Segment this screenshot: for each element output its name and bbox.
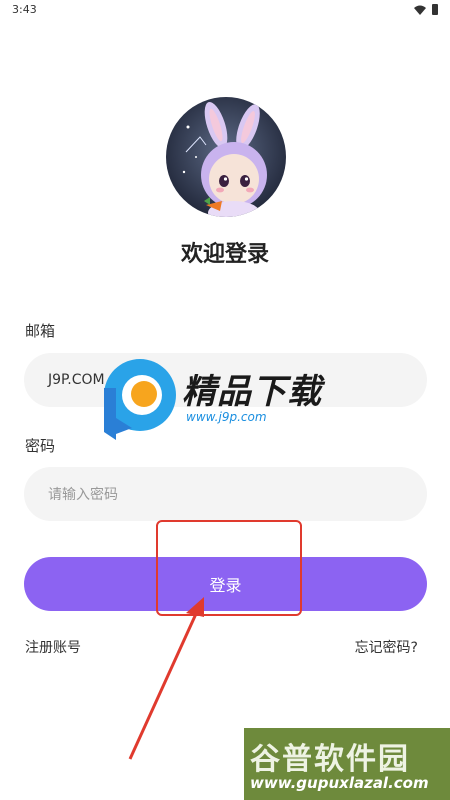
annotation-arrow [128,597,204,760]
battery-icon [432,4,438,15]
status-bar: 3:43 [0,0,450,20]
forgot-password-link[interactable]: 忘记密码? [355,637,418,657]
j9p-watermark: 精品下载 www.j9p.com [96,358,356,440]
gupu-url: www.gupuxlazal.com [250,774,429,792]
wifi-icon [414,5,426,15]
password-placeholder: 请输入密码 [48,487,118,503]
status-time: 3:43 [12,3,37,16]
j9p-name: 精品下载 [182,372,322,412]
password-field[interactable]: 请输入密码 [24,467,427,521]
bunny-avatar-image [166,97,286,217]
gupu-name: 谷普软件园 [250,742,410,777]
avatar [166,97,286,217]
login-screen: 3:43 欢迎登录 邮箱 J9P.COM 密码 请输入密码 登录 注册账号 忘记… [0,0,450,800]
j9p-logo-icon [104,359,176,440]
gupu-watermark: 谷普软件园 www.gupuxlazal.com [244,728,450,800]
j9p-url: www.j9p.com [186,410,267,424]
register-link[interactable]: 注册账号 [25,637,81,657]
email-label: 邮箱 [25,322,56,340]
password-label: 密码 [25,437,56,455]
page-title: 欢迎登录 [180,242,269,267]
status-icons [414,4,438,15]
